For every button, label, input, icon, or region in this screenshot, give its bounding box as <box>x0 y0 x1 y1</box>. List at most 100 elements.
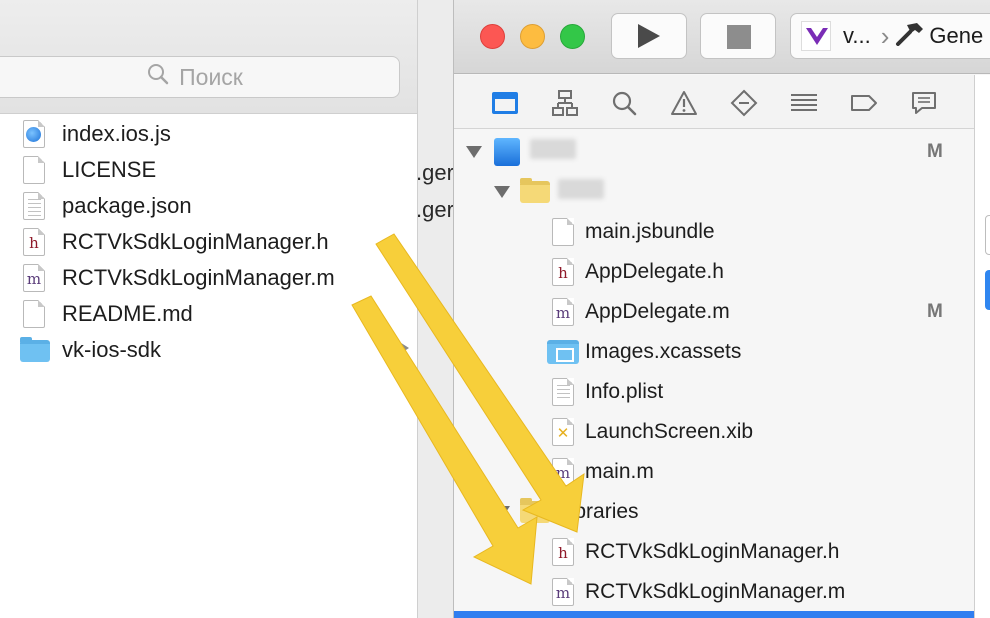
issue-navigator-warning-icon[interactable] <box>670 89 698 117</box>
finder-file-row[interactable]: index.ios.js <box>0 116 417 152</box>
tree-label: main.m <box>585 460 654 483</box>
header-file-icon: h <box>549 257 577 287</box>
finder-file-row[interactable]: README.md <box>0 296 417 332</box>
file-name: vk-ios-sdk <box>62 337 162 362</box>
test-navigator-diamond-icon[interactable] <box>730 89 758 117</box>
tree-label: LaunchScreen.xib <box>585 420 754 443</box>
modified-badge: M <box>927 301 943 322</box>
header-file-icon: h <box>549 537 577 567</box>
tree-label <box>530 139 576 165</box>
objc-source-file-icon: m <box>549 577 577 607</box>
tree-label: Info.plist <box>585 380 664 403</box>
asset-catalog-icon <box>547 340 579 364</box>
editor-control-selected[interactable] <box>985 270 990 310</box>
file-name: LICENSE <box>62 157 157 182</box>
tree-row-file[interactable]: m main.m <box>454 452 974 492</box>
file-name: RCTVkSdkLoginManager.m <box>62 265 335 290</box>
finder-file-row[interactable]: h RCTVkSdkLoginManager.h <box>0 224 417 260</box>
modified-badge: M <box>927 141 943 162</box>
navigator-selector-bar <box>454 75 974 129</box>
tree-row-project[interactable]: M <box>454 132 974 172</box>
minimize-window-button[interactable] <box>520 24 545 49</box>
tree-row-file[interactable]: m AppDelegate.m M <box>454 292 974 332</box>
find-navigator-search-icon[interactable] <box>610 89 638 117</box>
finder-file-row[interactable]: vk-ios-sdk <box>0 332 417 368</box>
clipped-background-text: .ger <box>416 160 454 185</box>
disclosure-open-icon[interactable] <box>494 186 510 198</box>
objc-source-file-icon: m <box>549 457 577 487</box>
finder-file-row[interactable]: LICENSE <box>0 152 417 188</box>
clipped-background-text: .ger <box>416 197 454 222</box>
tree-row-file[interactable]: h AppDelegate.h <box>454 252 974 292</box>
objc-source-file-icon: m <box>549 297 577 327</box>
destination-name: Gene <box>929 23 984 48</box>
report-navigator-speech-bubble-icon[interactable] <box>910 89 938 117</box>
tree-row-file[interactable]: Info.plist <box>454 372 974 412</box>
magnifier-icon <box>147 63 169 91</box>
debug-navigator-list-icon[interactable] <box>790 89 818 117</box>
finder-file-row[interactable]: m RCTVkSdkLoginManager.m <box>0 260 417 296</box>
zoom-window-button[interactable] <box>560 24 585 49</box>
selected-row-highlight <box>454 611 974 618</box>
tree-label: Images.xcassets <box>585 340 742 363</box>
hammer-icon <box>895 20 925 53</box>
tree-row-file[interactable]: Images.xcassets <box>454 332 974 372</box>
tree-label: Libraries <box>558 500 639 523</box>
tree-label <box>558 179 604 205</box>
file-name: index.ios.js <box>62 121 171 146</box>
document-icon <box>549 217 577 247</box>
file-name: RCTVkSdkLoginManager.h <box>62 229 329 254</box>
tree-row-file[interactable]: m RCTVkSdkLoginManager.m <box>454 572 974 612</box>
close-window-button[interactable] <box>480 24 505 49</box>
disclosure-open-icon[interactable] <box>494 506 510 518</box>
file-name: README.md <box>62 301 193 326</box>
chevron-right-icon: › <box>880 20 890 51</box>
plist-file-icon <box>549 377 577 407</box>
editor-area-edge <box>974 75 990 618</box>
scheme-selector[interactable]: v... › Gene <box>790 13 990 59</box>
interface-builder-file-icon: ✕ <box>549 417 577 447</box>
stop-button[interactable] <box>700 13 776 59</box>
tree-row-group[interactable]: Libraries <box>454 492 974 532</box>
disclosure-open-icon[interactable] <box>466 146 482 158</box>
symbol-navigator-icon[interactable] <box>551 89 579 117</box>
run-button[interactable] <box>611 13 687 59</box>
text-document-icon <box>20 191 48 221</box>
editor-control[interactable] <box>985 215 990 255</box>
search-field[interactable]: Поиск <box>0 56 400 98</box>
breakpoint-navigator-tag-icon[interactable] <box>850 89 878 117</box>
folder-icon <box>520 178 550 203</box>
tree-row-file[interactable]: main.jsbundle <box>454 212 974 252</box>
tree-label: AppDelegate.h <box>585 260 724 283</box>
xcode-window: v... › Gene M main.jsbundle h AppDelegat… <box>453 0 990 618</box>
vue-logo-icon <box>801 21 831 51</box>
tree-label: AppDelegate.m <box>585 300 730 323</box>
disclosure-arrow-icon[interactable] <box>398 341 409 355</box>
tree-label: main.jsbundle <box>585 220 715 243</box>
finder-toolbar: Поиск <box>0 0 417 114</box>
play-icon <box>638 24 660 48</box>
xcode-toolbar: v... › Gene <box>454 0 990 74</box>
project-navigator-folder-icon[interactable] <box>491 89 519 117</box>
folder-icon <box>520 498 550 523</box>
finder-window: Поиск index.ios.js LICENSE package.json … <box>0 0 418 618</box>
document-icon <box>20 155 48 185</box>
finder-file-list: index.ios.js LICENSE package.json h RCTV… <box>0 116 417 368</box>
folder-icon <box>20 335 50 365</box>
project-navigator-tree: M main.jsbundle h AppDelegate.h m AppDel… <box>454 132 974 612</box>
xcode-project-icon <box>494 138 520 166</box>
stop-icon <box>727 25 751 49</box>
search-placeholder: Поиск <box>179 63 243 90</box>
tree-row-file[interactable]: h RCTVkSdkLoginManager.h <box>454 532 974 572</box>
tree-row-group[interactable] <box>454 172 974 212</box>
document-icon <box>20 299 48 329</box>
tree-label: RCTVkSdkLoginManager.m <box>585 580 846 603</box>
tree-label: RCTVkSdkLoginManager.h <box>585 540 840 563</box>
objc-source-file-icon: m <box>20 263 48 293</box>
header-file-icon: h <box>20 227 48 257</box>
finder-file-row[interactable]: package.json <box>0 188 417 224</box>
javascript-file-icon <box>20 119 48 149</box>
file-name: package.json <box>62 193 192 218</box>
tree-row-file[interactable]: ✕ LaunchScreen.xib <box>454 412 974 452</box>
scheme-name: v... <box>843 23 871 48</box>
